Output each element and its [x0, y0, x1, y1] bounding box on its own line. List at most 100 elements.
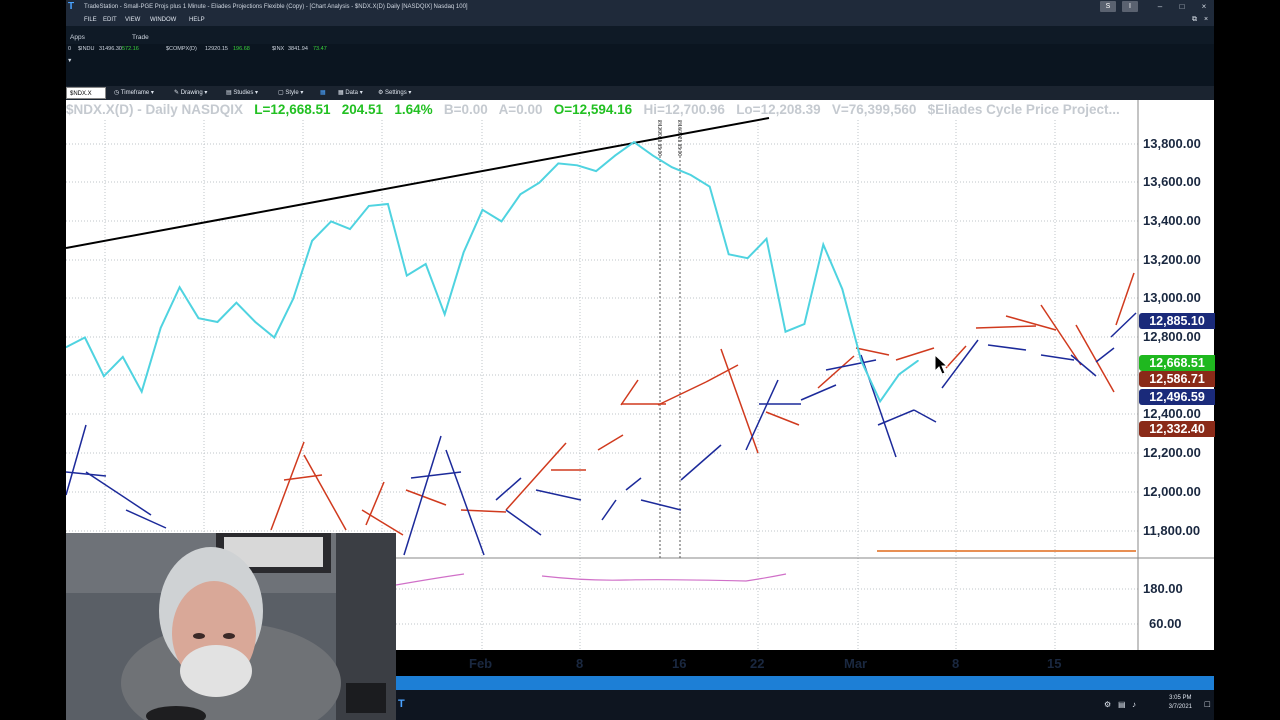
- blue-segment: [640, 499, 682, 511]
- notification-icon[interactable]: □: [1205, 699, 1210, 709]
- expand-arrow-icon[interactable]: ▼: [67, 58, 72, 64]
- status-volume: V=76,399,560: [831, 102, 917, 117]
- price-point: [898, 373, 900, 376]
- red-segment: [1075, 324, 1115, 393]
- menu-help[interactable]: HELP: [189, 14, 205, 26]
- red-segment: [765, 411, 800, 426]
- webcam-overlay: [66, 533, 396, 720]
- price-line[interactable]: [66, 140, 919, 404]
- price-point: [311, 240, 313, 242]
- price-point: [765, 238, 768, 240]
- tradestation-taskbar-icon[interactable]: T: [398, 698, 405, 710]
- price-pill-blue: 12,496.59: [1139, 389, 1215, 405]
- menu-file[interactable]: FILE: [84, 14, 97, 26]
- price-point: [292, 298, 294, 300]
- price-point: [917, 359, 919, 362]
- layout-icon[interactable]: ▦: [320, 86, 326, 100]
- price-point: [330, 220, 332, 223]
- price-point: [273, 336, 276, 339]
- price-point: [746, 257, 749, 259]
- trendline[interactable]: [66, 117, 770, 249]
- system-tray-icon[interactable]: ⚙: [1104, 700, 1111, 709]
- data-button[interactable]: ▦ Data ▾: [338, 86, 363, 100]
- ticker-last: 3841.94: [288, 46, 308, 52]
- title-button-s[interactable]: S: [1100, 1, 1116, 12]
- ticker-index: 0: [68, 46, 72, 52]
- lower-study-line: [395, 573, 465, 586]
- status-pct: 1.64%: [394, 102, 433, 117]
- price-tick: 12,000.00: [1143, 484, 1201, 499]
- data-label: Data: [345, 90, 359, 96]
- price-point: [519, 193, 522, 196]
- clock-date: 3/7/2021: [1168, 704, 1192, 710]
- red-segment: [620, 379, 639, 406]
- ticker-symbol[interactable]: $INX: [272, 46, 284, 52]
- blue-segment: [505, 509, 542, 536]
- red-segment: [705, 364, 739, 383]
- price-point: [671, 166, 673, 168]
- price-point: [349, 228, 351, 230]
- blue-segment: [1070, 354, 1097, 377]
- price-point: [424, 263, 427, 265]
- windows-taskbar: T ⚙ ▤ ♪ 3:05 PM 3/7/2021 □: [396, 690, 1214, 720]
- clock[interactable]: 3:05 PM 3/7/2021: [1169, 694, 1192, 712]
- mouse-cursor-icon: [934, 354, 948, 375]
- price-point: [841, 288, 844, 290]
- trade-label[interactable]: Trade: [132, 34, 149, 41]
- ticker-symbol[interactable]: $INDU: [78, 46, 95, 52]
- lower-axis-tick: 180.00: [1143, 581, 1183, 596]
- maximize-icon[interactable]: □: [1173, 0, 1191, 14]
- apps-strip: Apps Trade: [66, 26, 1214, 44]
- network-icon[interactable]: ▤: [1118, 700, 1126, 709]
- price-point: [557, 162, 560, 165]
- presenter-video: [66, 533, 396, 720]
- price-point: [538, 181, 541, 184]
- ticker-last: 31496.30: [99, 46, 122, 52]
- blue-segment: [85, 471, 152, 516]
- restore-icon[interactable]: ⧉: [1192, 14, 1197, 26]
- price-tick: 13,600.00: [1143, 174, 1201, 189]
- close-icon[interactable]: ×: [1195, 0, 1213, 14]
- symbol-input[interactable]: $NDX.X: [66, 87, 106, 99]
- chart-toolbar: $NDX.X ◷ Timeframe ▾ ✎ Drawing ▾ ▤ Studi…: [66, 86, 1214, 100]
- red-segment: [895, 347, 935, 361]
- window-title: TradeStation - Small-PGE Projs plus 1 Mi…: [84, 4, 468, 10]
- price-point: [406, 274, 408, 277]
- menu-edit[interactable]: EDIT: [103, 14, 117, 26]
- apps-label[interactable]: Apps: [70, 34, 85, 41]
- status-last: L=12,668.51: [254, 102, 331, 117]
- status-study: $Eliades Cycle Price Project...: [927, 102, 1120, 117]
- taskbar-area: T ⚙ ▤ ♪ 3:05 PM 3/7/2021 □: [396, 650, 1214, 720]
- price-point: [595, 170, 597, 172]
- price-point: [481, 209, 484, 211]
- price-point: [387, 203, 389, 205]
- settings-label: Settings: [385, 90, 407, 96]
- timeframe-button[interactable]: ◷ Timeframe ▾: [114, 86, 154, 100]
- ticker-symbol[interactable]: $COMPX(D): [166, 46, 197, 52]
- menu-view[interactable]: VIEW: [125, 14, 140, 26]
- blue-segment: [825, 359, 877, 371]
- price-tick: 13,000.00: [1143, 290, 1201, 305]
- price-tick: 13,200.00: [1143, 252, 1201, 267]
- blue-segment: [625, 477, 642, 491]
- price-point: [652, 154, 654, 157]
- volume-icon[interactable]: ♪: [1132, 700, 1136, 709]
- price-point: [614, 154, 616, 157]
- price-pill-red: 12,586.71: [1139, 371, 1215, 387]
- price-tick: 12,400.00: [1143, 406, 1201, 421]
- close-doc-icon[interactable]: ×: [1204, 14, 1208, 26]
- title-button-i[interactable]: I: [1122, 1, 1138, 12]
- menu-bar: FILE EDIT VIEW WINDOW HELP ⧉ ×: [66, 14, 1214, 26]
- price-point: [633, 141, 635, 143]
- price-tick: 11,800.00: [1143, 523, 1201, 538]
- style-button[interactable]: ▢ Style ▾: [278, 86, 303, 100]
- settings-button[interactable]: ⚙ Settings ▾: [378, 86, 411, 100]
- drawing-button[interactable]: ✎ Drawing ▾: [174, 86, 207, 100]
- price-point: [860, 359, 862, 362]
- blue-segment: [1110, 312, 1137, 338]
- studies-button[interactable]: ▤ Studies ▾: [226, 86, 258, 100]
- status-open: O=12,594.16: [553, 102, 633, 117]
- red-segment: [817, 355, 855, 389]
- menu-window[interactable]: WINDOW: [150, 14, 176, 26]
- minimize-icon[interactable]: –: [1151, 0, 1169, 14]
